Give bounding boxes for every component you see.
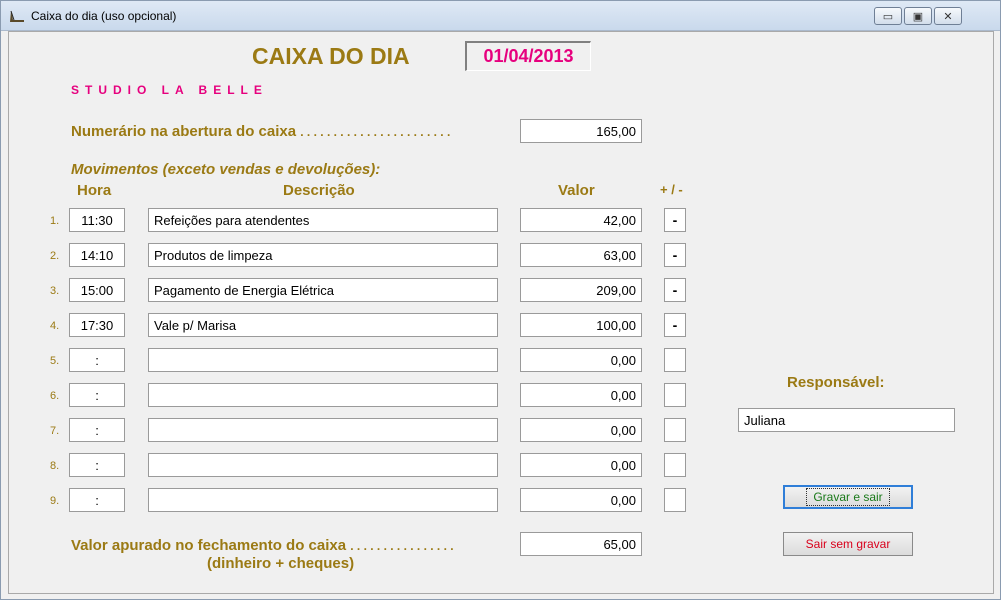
hora-field[interactable]: 17:30 [69, 313, 125, 337]
opening-dots: . . . . . . . . . . . . . . . . . . . . … [300, 125, 451, 139]
hora-field[interactable]: 14:10 [69, 243, 125, 267]
hora-field[interactable]: 11:30 [69, 208, 125, 232]
descricao-field[interactable]: Vale p/ Marisa [148, 313, 498, 337]
valor-field[interactable]: 0,00 [520, 348, 642, 372]
close-button[interactable]: ✕ [934, 7, 962, 25]
close-icon: ✕ [943, 10, 953, 23]
save-and-exit-button[interactable]: Gravar e sair [783, 485, 913, 509]
row-number: 7. [50, 425, 60, 437]
sign-field[interactable] [664, 383, 686, 407]
closing-label: Valor apurado no fechamento do caixa . .… [71, 537, 454, 554]
sign-field[interactable]: - [664, 278, 686, 302]
descricao-field[interactable] [148, 418, 498, 442]
descricao-field[interactable] [148, 488, 498, 512]
row-number: 2. [50, 250, 60, 262]
exit-without-saving-button[interactable]: Sair sem gravar [783, 532, 913, 556]
responsible-field[interactable]: Juliana [738, 408, 955, 432]
sign-field[interactable]: - [664, 243, 686, 267]
hora-field[interactable]: : [69, 488, 125, 512]
valor-field[interactable]: 0,00 [520, 418, 642, 442]
hora-field[interactable]: : [69, 418, 125, 442]
sign-field[interactable]: - [664, 208, 686, 232]
opening-label-text: Numerário na abertura do caixa [71, 123, 297, 140]
opening-value-field[interactable]: 165,00 [520, 119, 642, 143]
closing-dots: . . . . . . . . . . . . . . . . [350, 539, 454, 553]
descricao-field[interactable] [148, 383, 498, 407]
hora-field[interactable]: : [69, 383, 125, 407]
page-title: CAIXA DO DIA [252, 43, 410, 69]
minimize-icon: ▭ [882, 10, 894, 23]
title-bar: Caixa do dia (uso opcional) ▭ ▣ ✕ [1, 1, 1000, 31]
descricao-field[interactable] [148, 348, 498, 372]
column-header-valor: Valor [558, 182, 595, 199]
valor-field[interactable]: 63,00 [520, 243, 642, 267]
valor-field[interactable]: 0,00 [520, 488, 642, 512]
window-controls: ▭ ▣ ✕ [874, 7, 962, 25]
date-display: 01/04/2013 [465, 41, 591, 71]
app-icon [10, 10, 24, 22]
row-number: 9. [50, 495, 60, 507]
hora-field[interactable]: : [69, 453, 125, 477]
maximize-button[interactable]: ▣ [904, 7, 932, 25]
descricao-field[interactable] [148, 453, 498, 477]
sign-field[interactable] [664, 348, 686, 372]
row-number: 6. [50, 390, 60, 402]
studio-name: STUDIO LA BELLE [71, 83, 268, 97]
sign-field[interactable] [664, 488, 686, 512]
valor-field[interactable]: 0,00 [520, 453, 642, 477]
maximize-icon: ▣ [912, 10, 924, 23]
column-header-sign: + / - [660, 182, 683, 197]
window-title: Caixa do dia (uso opcional) [31, 9, 177, 23]
app-window: Caixa do dia (uso opcional) ▭ ▣ ✕ CAIXA … [0, 0, 1001, 600]
hora-field[interactable]: : [69, 348, 125, 372]
valor-field[interactable]: 100,00 [520, 313, 642, 337]
closing-value-field[interactable]: 65,00 [520, 532, 642, 556]
sign-field[interactable] [664, 418, 686, 442]
sign-field[interactable] [664, 453, 686, 477]
descricao-field[interactable]: Produtos de limpeza [148, 243, 498, 267]
row-number: 8. [50, 460, 60, 472]
opening-label: Numerário na abertura do caixa . . . . .… [71, 123, 450, 140]
responsible-label: Responsável: [787, 374, 885, 391]
column-header-descricao: Descrição [283, 182, 355, 199]
movements-title: Movimentos (exceto vendas e devoluções): [71, 161, 381, 178]
save-button-label: Gravar e sair [806, 488, 890, 506]
row-number: 5. [50, 355, 60, 367]
form-panel: CAIXA DO DIA 01/04/2013 STUDIO LA BELLE … [8, 31, 994, 594]
valor-field[interactable]: 0,00 [520, 383, 642, 407]
valor-field[interactable]: 209,00 [520, 278, 642, 302]
sign-field[interactable]: - [664, 313, 686, 337]
column-header-hora: Hora [77, 182, 112, 199]
row-number: 1. [50, 215, 60, 227]
row-number: 3. [50, 285, 60, 297]
descricao-field[interactable]: Pagamento de Energia Elétrica [148, 278, 498, 302]
valor-field[interactable]: 42,00 [520, 208, 642, 232]
hora-field[interactable]: 15:00 [69, 278, 125, 302]
descricao-field[interactable]: Refeições para atendentes [148, 208, 498, 232]
row-number: 4. [50, 320, 60, 332]
closing-sublabel: (dinheiro + cheques) [207, 555, 355, 572]
minimize-button[interactable]: ▭ [874, 7, 902, 25]
closing-label-text: Valor apurado no fechamento do caixa [71, 537, 347, 554]
